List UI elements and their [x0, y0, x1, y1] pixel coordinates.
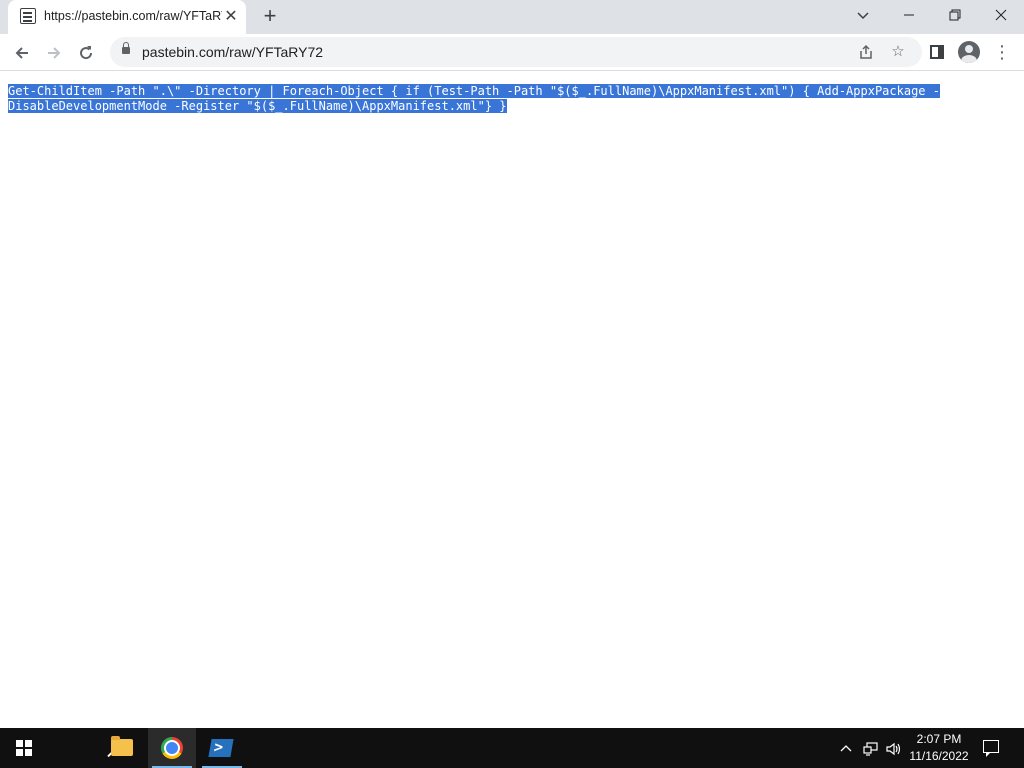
browser-tab[interactable]: https://pastebin.com/raw/YFTaRY72 ✕: [8, 0, 246, 34]
clock-date: 11/16/2022: [909, 749, 969, 763]
system-clock[interactable]: 2:07 PM 11/16/2022: [908, 731, 970, 765]
chrome-icon: [161, 737, 183, 759]
chevron-down-icon: [857, 12, 869, 20]
network-button[interactable]: [860, 728, 882, 768]
reload-icon: [80, 46, 93, 60]
page-content: Get-ChildItem -Path ".\" -Directory | Fo…: [0, 71, 1024, 728]
kebab-menu-icon[interactable]: ⋮: [988, 38, 1016, 66]
close-window-button[interactable]: [978, 0, 1024, 30]
restore-icon: [949, 9, 961, 21]
chrome-taskbar-button[interactable]: [148, 728, 196, 768]
raw-paste-text[interactable]: Get-ChildItem -Path ".\" -Directory | Fo…: [8, 84, 948, 114]
arrow-left-icon: [15, 47, 28, 59]
search-button[interactable]: [48, 728, 127, 768]
lock-icon[interactable]: [122, 42, 130, 54]
minimize-button[interactable]: [886, 0, 932, 30]
reload-button[interactable]: [72, 38, 100, 66]
notification-icon[interactable]: [983, 740, 999, 757]
profile-icon[interactable]: [958, 41, 980, 63]
restore-button[interactable]: [932, 0, 978, 30]
forward-button[interactable]: [40, 38, 68, 66]
url-text[interactable]: pastebin.com/raw/YFTaRY72: [142, 44, 323, 60]
browser-toolbar: pastebin.com/raw/YFTaRY72 ☆ ⋮: [0, 34, 1024, 71]
start-button[interactable]: [0, 728, 48, 768]
side-panel-icon[interactable]: [930, 45, 944, 59]
volume-icon: [886, 743, 901, 756]
tab-strip: https://pastebin.com/raw/YFTaRY72 ✕ +: [0, 0, 1024, 34]
close-icon[interactable]: ✕: [222, 8, 240, 26]
minimize-icon: [904, 14, 914, 16]
back-button[interactable]: [8, 38, 36, 66]
show-hidden-icons-button[interactable]: [836, 728, 856, 768]
file-explorer-icon: [111, 736, 133, 756]
powershell-icon: [208, 739, 234, 757]
tab-title: https://pastebin.com/raw/YFTaRY72: [44, 9, 222, 23]
star-icon[interactable]: ☆: [886, 40, 910, 64]
arrow-right-icon: [48, 47, 61, 59]
share-icon[interactable]: [854, 40, 878, 64]
clock-time: 2:07 PM: [916, 732, 962, 746]
close-icon: [995, 9, 1007, 21]
code-line-2[interactable]: DisableDevelopmentMode -Register "$($_.F…: [8, 99, 507, 113]
new-tab-button[interactable]: +: [258, 5, 282, 29]
tab-search-button[interactable]: [840, 0, 886, 30]
windows-taskbar: 2:07 PM 11/16/2022: [0, 728, 1024, 768]
document-icon: [20, 8, 36, 24]
address-bar[interactable]: pastebin.com/raw/YFTaRY72 ☆: [110, 37, 922, 67]
file-explorer-button[interactable]: [98, 728, 146, 768]
powershell-taskbar-button[interactable]: [198, 728, 246, 768]
code-line-1[interactable]: Get-ChildItem -Path ".\" -Directory | Fo…: [8, 84, 940, 98]
chevron-up-icon: [840, 745, 852, 752]
network-icon: [863, 742, 878, 756]
volume-button[interactable]: [884, 728, 904, 768]
windows-start-icon: [16, 740, 32, 756]
